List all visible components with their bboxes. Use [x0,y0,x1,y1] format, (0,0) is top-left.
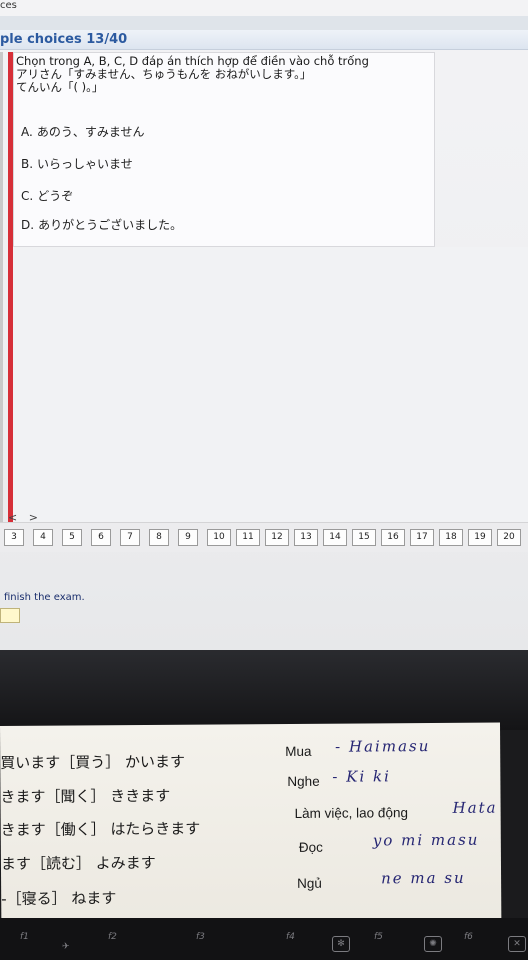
page-button[interactable]: 16 [381,529,405,546]
question-pager: 3 4 5 6 7 8 9 10 11 12 13 14 15 16 17 18… [0,522,528,552]
key-f5[interactable]: f5 [374,932,383,942]
key-f1[interactable]: f1 [20,932,29,942]
page-button[interactable]: 3 [4,529,24,546]
monitor-bezel [0,650,528,730]
key-f3[interactable]: f3 [196,932,205,942]
key-f4[interactable]: f4 [286,932,295,942]
note-handwriting: - Haimasu [335,736,431,756]
option-a-key: A. [21,125,33,139]
key-f6[interactable]: f6 [464,932,473,942]
page-button[interactable]: 7 [120,529,140,546]
page-button[interactable]: 14 [323,529,347,546]
page-button[interactable]: 20 [497,529,521,546]
option-b[interactable]: B. いらっしゃいませ [21,155,133,172]
page-button[interactable]: 19 [468,529,492,546]
page-button[interactable]: 12 [265,529,289,546]
page-button[interactable]: 6 [91,529,111,546]
note-handwriting: - Ki ki [332,767,391,786]
page-button-current[interactable]: 13 [294,529,318,546]
note-handwriting: Hata [452,798,498,817]
option-d-text: ありがとうございました。 [38,218,183,232]
vocab-note: 買います［買う］ かいます Mua - Haimasu きます［聞く］ ききます… [0,722,502,922]
note-vn-row: Ngủ [297,875,322,891]
option-c[interactable]: C. どうぞ [21,187,73,204]
question-text: Chọn trong A, B, C, D đáp án thích hợp đ… [16,55,369,94]
page-button[interactable]: 17 [410,529,434,546]
page-button[interactable]: 15 [352,529,376,546]
page-button[interactable]: 9 [178,529,198,546]
finish-exam-button[interactable] [0,608,20,623]
note-vn-row: Đọc [298,839,323,855]
note-vn-row: Làm việc, lao động [294,805,408,821]
key-f2[interactable]: f2 [108,932,117,942]
note-handwriting: ne ma su [381,868,466,888]
note-jp-row: -［寝る］ ねます [1,889,117,908]
finish-exam-text: finish the exam. [4,592,85,603]
page-button[interactable]: 18 [439,529,463,546]
option-c-key: C. [21,189,34,203]
option-d-key: D. [21,218,35,232]
page-button[interactable]: 10 [207,529,231,546]
answer-area [13,247,528,522]
monitor-screen: ces ple choices 13/40 Chọn trong A, B, C… [0,0,528,650]
browser-tab-fragment[interactable]: ces [0,0,17,11]
left-scroll-track [0,52,3,522]
option-a-text: あのう、すみません [36,125,145,139]
keyboard-function-row: f1 f2 f3 f4 ✻ f5 ✺ f6 ✕ ✈ [0,918,528,960]
page-button[interactable]: 11 [236,529,260,546]
option-a[interactable]: A. あのう、すみません [21,123,144,140]
question-counter-title: ple choices 13/40 [0,32,128,47]
airplane-icon[interactable]: ✈ [62,942,70,952]
note-jp-row: 買います［買う］ かいます [0,752,186,772]
question-panel: Chọn trong A, B, C, D đáp án thích hợp đ… [13,52,435,247]
option-b-text: いらっしゃいませ [37,157,133,171]
note-jp-row: きます［働く］ はたらきます [0,819,201,839]
option-c-text: どうぞ [37,189,74,203]
note-handwriting: yo mi masu [372,830,480,850]
exam-header: ple choices 13/40 [0,30,528,50]
note-jp-row: きます［聞く］ ききます [0,786,171,806]
brightness-down-icon[interactable]: ✻ [332,936,350,952]
option-d[interactable]: D. ありがとうございました。 [21,216,182,233]
page-button[interactable]: 4 [33,529,53,546]
close-window-icon[interactable]: ✕ [508,936,526,952]
question-line-3: てんいん「( )。」 [16,80,104,94]
brightness-up-icon[interactable]: ✺ [424,936,442,952]
option-b-key: B. [21,157,34,171]
page-button[interactable]: 8 [149,529,169,546]
note-vn-row: Mua [285,743,312,760]
note-vn-row: Nghe [287,773,320,789]
page-button[interactable]: 5 [62,529,82,546]
note-jp-row: ます［読む］ よみます [0,853,156,873]
